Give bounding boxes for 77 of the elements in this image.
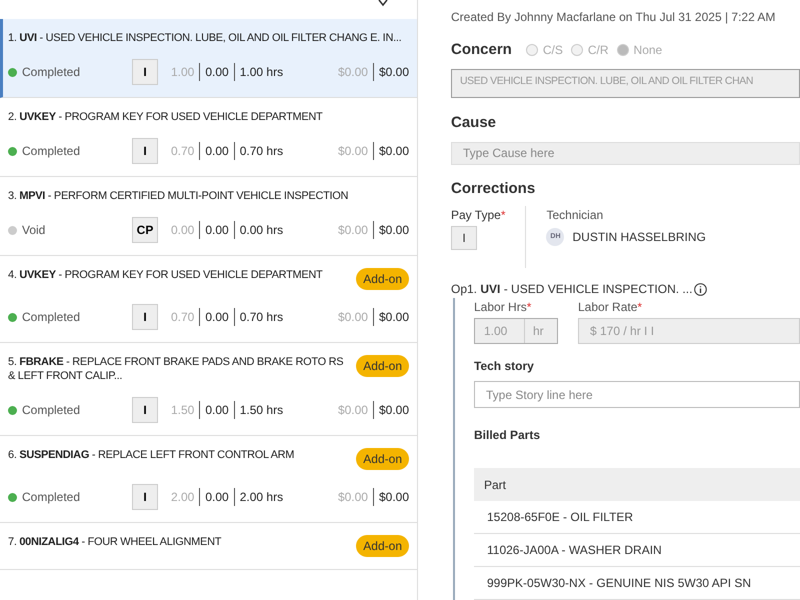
job-title: 3. MPVI - PERFORM CERTIFIED MULTI-POINT VEHICLE INSPECTION bbox=[8, 189, 350, 203]
billed-parts-label: Billed Parts bbox=[474, 427, 542, 444]
hours-value: 2.00 hrs bbox=[240, 489, 284, 506]
amount-value: $0.00 bbox=[338, 309, 368, 326]
add-on-tag: Add-on bbox=[356, 535, 409, 557]
amount-value: $0.00 bbox=[338, 143, 368, 160]
amount-value: $0.00 bbox=[338, 64, 368, 81]
hours-value: 0.00 bbox=[171, 222, 194, 239]
job-title: 7. 00NIZALIG4 - FOUR WHEEL ALIGNMENT bbox=[8, 535, 222, 549]
hours-value: 1.50 hrs bbox=[240, 402, 284, 419]
pay-type-chip: I bbox=[132, 138, 158, 164]
hours-value: 0.00 bbox=[205, 489, 229, 506]
status-label: Void bbox=[22, 222, 46, 239]
hours-value: 0.00 bbox=[205, 64, 229, 81]
pay-type-label: Pay Type* bbox=[451, 207, 506, 224]
status-label: Completed bbox=[22, 64, 82, 81]
part-row: 15208-65F0E - OIL FILTER bbox=[474, 501, 800, 534]
amount-value: $0.00 bbox=[338, 489, 368, 506]
amount-value: $0.00 bbox=[378, 143, 409, 160]
pay-type-chip: I bbox=[132, 59, 158, 85]
technician-label: Technician bbox=[546, 207, 604, 224]
amount-value: $0.00 bbox=[378, 64, 409, 81]
hours-value: 0.00 bbox=[205, 143, 229, 160]
labor-hrs-label: Labor Hrs* bbox=[474, 299, 532, 316]
cause-heading: Cause bbox=[451, 113, 498, 134]
job-title: 6. SUSPENDIAG - REPLACE LEFT FRONT CONTROL ARM bbox=[8, 448, 296, 462]
hours-value: 0.70 hrs bbox=[240, 143, 284, 160]
job-title: 5. FBRAKE - REPLACE FRONT BRAKE PADS AND BRAKE ROTO RS & LEFT FRONT CALIP... bbox=[8, 355, 344, 383]
tech-story-field[interactable]: Type Story line here bbox=[474, 381, 800, 408]
hours-value: 0.70 bbox=[171, 309, 194, 326]
amount-value: $0.00 bbox=[338, 222, 368, 239]
operation-title: Op1. UVI - USED VEHICLE INSPECTION. ... bbox=[451, 281, 692, 298]
job-title: 4. UVKEY - PROGRAM KEY FOR USED VEHICLE DEPARTMENT bbox=[8, 268, 324, 282]
add-on-tag: Add-on bbox=[356, 268, 409, 290]
status-label: Completed bbox=[22, 489, 82, 506]
hours-value: 2.00 bbox=[171, 489, 194, 506]
technician-name: DUSTIN HASSELBRING bbox=[572, 229, 706, 246]
part-row: 11026-JA00A - WASHER DRAIN bbox=[474, 534, 800, 567]
hours-value: 1.50 bbox=[171, 402, 194, 419]
job-title: 2. UVKEY - PROGRAM KEY FOR USED VEHICLE DEPARTMENT bbox=[8, 110, 324, 124]
required-mark: * bbox=[526, 300, 532, 314]
labor-rate-label: Labor Rate* bbox=[578, 299, 644, 316]
cause-field[interactable]: Type Cause here bbox=[451, 142, 800, 164]
amount-value: $0.00 bbox=[338, 402, 368, 419]
amount-value: $0.00 bbox=[378, 489, 409, 506]
corrections-heading: Corrections bbox=[451, 178, 536, 198]
pay-type-chip: I bbox=[132, 397, 158, 423]
hours-value: 0.00 bbox=[205, 309, 229, 326]
required-mark: * bbox=[500, 208, 506, 222]
required-mark: * bbox=[637, 300, 642, 314]
hours-value: 0.00 bbox=[205, 222, 229, 239]
add-on-tag: Add-on bbox=[356, 448, 409, 470]
job-title: 1. UVI - USED VEHICLE INSPECTION. LUBE, OIL AND OIL FILTER CHANG E. IN... bbox=[8, 31, 402, 45]
hours-value: 0.00 hrs bbox=[240, 222, 284, 239]
created-by-text: Created By Johnny Macfarlane on Thu Jul 31 2025 | 7:22 AM bbox=[451, 9, 776, 26]
pay-type-chip: I bbox=[132, 484, 158, 510]
concern-heading: Concern bbox=[451, 40, 512, 60]
pay-type-chip: I bbox=[132, 304, 158, 330]
hours-value: 1.00 hrs bbox=[240, 64, 284, 81]
status-label: Completed bbox=[22, 402, 82, 419]
pay-type-chip: CP bbox=[132, 217, 158, 243]
amount-value: $0.00 bbox=[378, 309, 409, 326]
status-label: Completed bbox=[22, 143, 82, 160]
hours-value: 0.70 bbox=[171, 143, 194, 160]
hours-value: 1.00 bbox=[171, 64, 194, 81]
amount-value: $0.00 bbox=[378, 402, 409, 419]
job-card[interactable]: 1. UVI - USED VEHICLE INSPECTION. LUBE, OIL AND OIL FILTER CHANG E. IN... Completed I 1.00 0.00 1.00 hrs $0.00 $0.00 bbox=[0, 19, 417, 98]
tech-story-label: Tech story bbox=[474, 358, 535, 375]
part-row: 999PK-05W30-NX - GENUINE NIS 5W30 API SN bbox=[474, 567, 800, 600]
amount-value: $0.00 bbox=[378, 222, 409, 239]
hours-value: 0.70 hrs bbox=[240, 309, 284, 326]
status-label: Completed bbox=[22, 309, 82, 326]
info-icon[interactable] bbox=[694, 282, 708, 296]
parts-table-header: Part bbox=[474, 468, 800, 501]
pay-type-chip[interactable]: I bbox=[451, 226, 477, 250]
hours-value: 0.00 bbox=[205, 402, 229, 419]
add-on-tag: Add-on bbox=[356, 355, 409, 377]
